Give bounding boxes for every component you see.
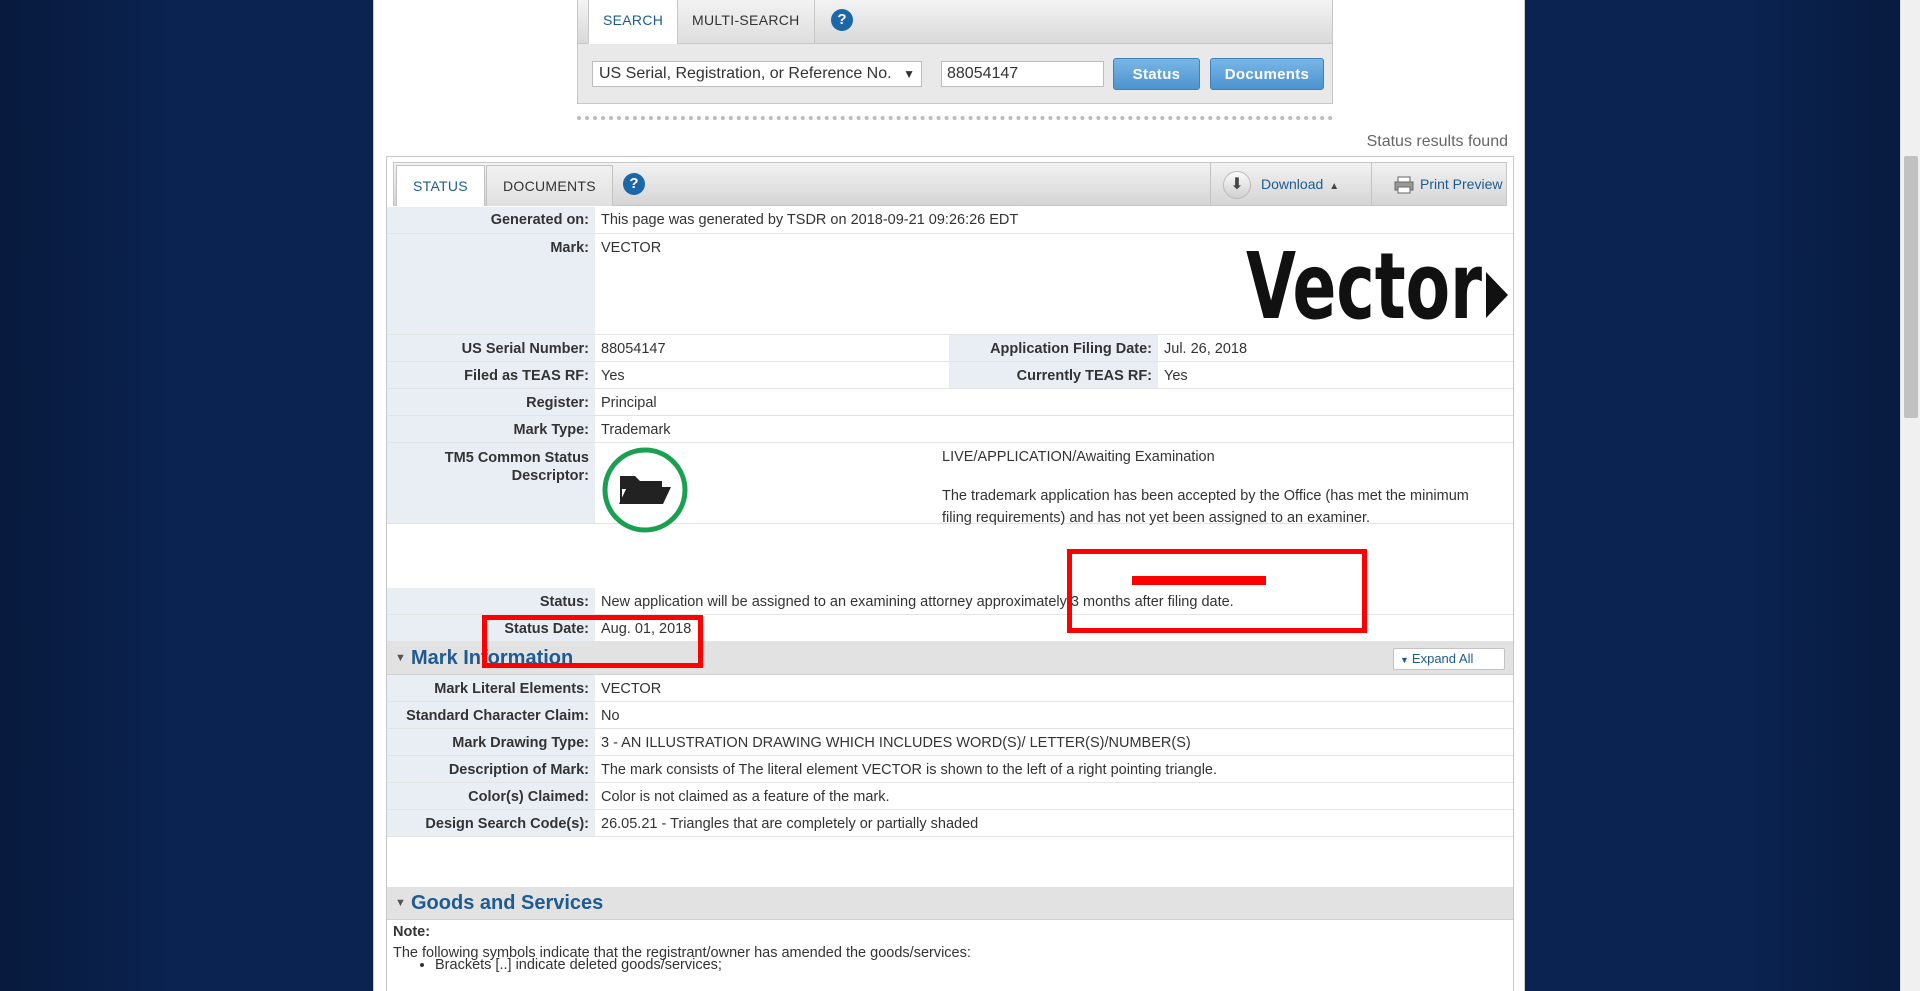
logo-text: Vector: [1246, 242, 1482, 332]
table-row: Mark Drawing Type: 3 - AN ILLUSTRATION D…: [387, 729, 1513, 756]
status-folder-icon: [601, 446, 689, 534]
documents-button[interactable]: Documents: [1210, 58, 1324, 90]
table-row: Mark Literal Elements: VECTOR: [387, 675, 1513, 702]
expand-all-label: Expand All: [1411, 651, 1474, 666]
value-serial: 88054147: [601, 341, 666, 357]
results-found-text: Status results found: [1366, 133, 1508, 150]
search-type-select[interactable]: US Serial, Registration, or Reference No…: [592, 61, 922, 87]
label-filed-teas: Filed as TEAS RF:: [387, 362, 595, 388]
tab-search[interactable]: SEARCH: [588, 0, 679, 44]
print-preview-button[interactable]: Print Preview: [1371, 163, 1508, 205]
label-register: Register:: [387, 389, 595, 415]
page-scrollbar[interactable]: [1900, 0, 1920, 991]
row-label: Mark Drawing Type:: [387, 729, 595, 755]
row-teas: Filed as TEAS RF: Yes Currently TEAS RF:…: [387, 362, 1513, 389]
section-title-goods: Goods and Services: [411, 892, 604, 914]
collapse-icon: ▼: [395, 652, 406, 664]
tab-status[interactable]: STATUS: [396, 165, 485, 206]
table-row: Description of Mark: The mark consists o…: [387, 756, 1513, 783]
row-label: Standard Character Claim:: [387, 702, 595, 728]
value-mark: VECTOR: [601, 240, 662, 256]
note-label: Note:: [393, 924, 431, 940]
row-mark: Mark: VECTOR Vector: [387, 233, 1513, 340]
status-tabbar: STATUS DOCUMENTS ? ⬇ Download ▲ Print Prev…: [393, 162, 1507, 206]
search-tabbar: SEARCH MULTI-SEARCH ?: [578, 0, 1332, 44]
value-mark-type: Trademark: [601, 422, 671, 438]
tab-multi-search[interactable]: MULTI-SEARCH: [677, 0, 815, 44]
section-goods-and-services[interactable]: ▼ Goods and Services: [387, 887, 1513, 920]
status-button[interactable]: Status: [1113, 58, 1200, 90]
print-preview-label: Print Preview: [1420, 176, 1503, 192]
row-label: Description of Mark:: [387, 756, 595, 782]
tm5-status-text: LIVE/APPLICATION/Awaiting Examination: [942, 449, 1215, 465]
tab-documents[interactable]: DOCUMENTS: [486, 165, 613, 206]
label-filing-date: Application Filing Date:: [949, 335, 1158, 361]
goods-bullet-list: Brackets [..] indicate deleted goods/ser…: [409, 957, 722, 973]
label-mark-type: Mark Type:: [387, 416, 595, 442]
row-generated-on: Generated on: This page was generated by…: [387, 207, 1513, 234]
vector-logo-image: Vector: [1246, 233, 1508, 340]
label-serial: US Serial Number:: [387, 335, 595, 361]
annotation-underline: [1132, 576, 1266, 585]
row-tm5: TM5 Common Status Descriptor: LIVE/APPLI…: [387, 443, 1513, 533]
row-value: VECTOR: [601, 681, 662, 697]
value-generated-on: This page was generated by TSDR on 2018-…: [601, 212, 1019, 228]
printer-icon: [1394, 176, 1414, 194]
label-tm5-line2: Descriptor:: [511, 468, 589, 484]
status-help-icon[interactable]: ?: [623, 173, 645, 195]
label-tm5: TM5 Common Status Descriptor:: [387, 443, 595, 523]
tm5-description: The trademark application has been accep…: [942, 488, 1469, 526]
serial-number-input[interactable]: [941, 61, 1104, 87]
row-value: 3 - AN ILLUSTRATION DRAWING WHICH INCLUD…: [601, 735, 1191, 751]
row-serial: US Serial Number: 88054147 Application F…: [387, 335, 1513, 362]
row-label: Color(s) Claimed:: [387, 783, 595, 809]
expand-all-button[interactable]: ▼ Expand All: [1393, 648, 1505, 670]
value-register: Principal: [601, 395, 657, 411]
chevron-down-icon: ▼: [903, 67, 915, 81]
download-label: Download: [1261, 176, 1324, 192]
label-tm5-line1: TM5 Common Status: [444, 450, 589, 466]
row-value: 26.05.21 - Triangles that are completely…: [601, 816, 979, 832]
row-value: The mark consists of The literal element…: [601, 762, 1218, 778]
page-column: SEARCH MULTI-SEARCH ? US Serial, Registr…: [373, 0, 1525, 991]
list-item: Brackets [..] indicate deleted goods/ser…: [435, 957, 722, 973]
row-register: Register: Principal: [387, 389, 1513, 416]
table-row: Color(s) Claimed: Color is not claimed a…: [387, 783, 1513, 810]
search-help-icon[interactable]: ?: [831, 9, 853, 31]
annotation-box-status-date: [482, 615, 703, 668]
table-row: Design Search Code(s): 26.05.21 - Triang…: [387, 810, 1513, 837]
value-current-teas: Yes: [1164, 368, 1188, 384]
label-status: Status:: [387, 588, 595, 614]
row-label: Design Search Code(s):: [387, 810, 595, 836]
scrollbar-thumb[interactable]: [1904, 156, 1918, 418]
separator: [577, 116, 1333, 120]
annotation-box-status-note: [1067, 549, 1367, 633]
download-icon: ⬇: [1223, 171, 1251, 200]
caret-up-icon: ▲: [1329, 181, 1340, 192]
table-row: Standard Character Claim: No: [387, 702, 1513, 729]
download-button[interactable]: ⬇ Download ▲: [1210, 163, 1370, 205]
label-mark: Mark:: [387, 234, 595, 334]
search-panel: SEARCH MULTI-SEARCH ? US Serial, Registr…: [577, 0, 1333, 104]
value-filed-teas: Yes: [601, 368, 625, 384]
chevron-down-icon: ▼: [1400, 655, 1409, 665]
row-mark-type: Mark Type: Trademark: [387, 416, 1513, 443]
row-value: No: [601, 708, 620, 724]
label-current-teas: Currently TEAS RF:: [949, 362, 1158, 388]
search-type-value: US Serial, Registration, or Reference No…: [599, 65, 892, 82]
row-value: Color is not claimed as a feature of the…: [601, 789, 890, 805]
row-label: Mark Literal Elements:: [387, 675, 595, 701]
collapse-icon: ▼: [395, 897, 406, 909]
label-generated-on: Generated on:: [387, 207, 595, 233]
mark-logo: Vector: [1246, 233, 1508, 340]
value-filing-date: Jul. 26, 2018: [1164, 341, 1248, 357]
